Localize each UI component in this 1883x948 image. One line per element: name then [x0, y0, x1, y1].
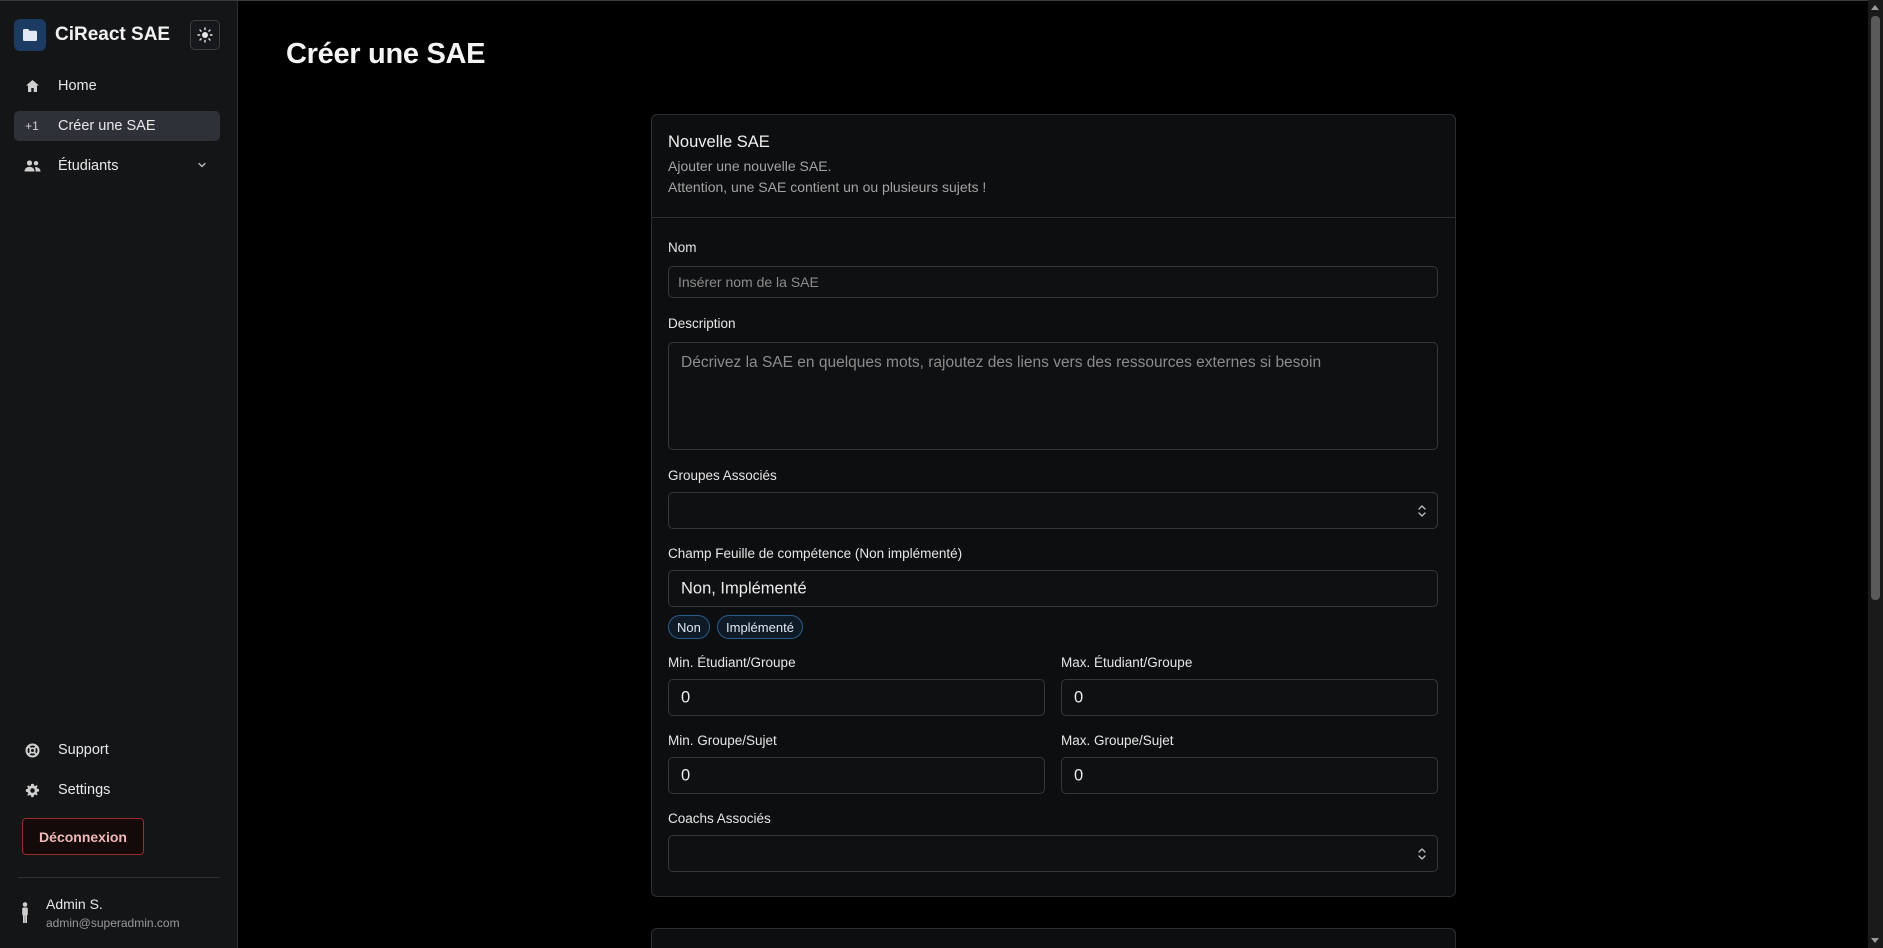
chevron-up-down-icon: [1418, 847, 1426, 860]
max-etudiant-value: 0: [1074, 688, 1084, 706]
people-icon: [23, 160, 41, 172]
user-profile[interactable]: Admin S. admin@superadmin.com: [18, 894, 228, 934]
min-etudiant-input[interactable]: 0: [668, 679, 1045, 716]
sidebar-item-label: Home: [58, 78, 97, 94]
new-sae-form-card: Nouvelle SAE Ajouter une nouvelle SAE. A…: [651, 114, 1456, 897]
sidebar-item-support[interactable]: Support: [14, 735, 220, 765]
plus-one-icon: +1: [25, 119, 39, 133]
card-header: Nouvelle SAE Ajouter une nouvelle SAE. A…: [652, 115, 1455, 218]
sidebar-item-label: Étudiants: [58, 158, 119, 174]
folder-icon: [14, 19, 46, 51]
description-label: Description: [668, 316, 736, 331]
competence-value: Non, Implémenté: [681, 579, 807, 597]
coachs-label: Coachs Associés: [668, 811, 771, 826]
nom-field: [668, 266, 1438, 298]
app-name: CiReact SAE: [55, 24, 171, 45]
chevron-up-down-icon: [1418, 504, 1426, 517]
lifebuoy-icon: [23, 743, 41, 758]
groupes-select[interactable]: [668, 492, 1438, 529]
page-scrollbar[interactable]: [1868, 0, 1883, 948]
page-title: Créer une SAE: [286, 38, 486, 70]
sidebar-item-label: Settings: [58, 782, 111, 798]
home-icon: [23, 79, 41, 93]
sidebar: CiReact SAE Home +1 Créer une SAE Étudia…: [0, 1, 238, 948]
user-email: admin@superadmin.com: [46, 916, 180, 930]
card-description-line: Ajouter une nouvelle SAE.: [668, 158, 832, 174]
window-top-border: [0, 0, 1883, 1]
max-groupe-label: Max. Groupe/Sujet: [1061, 733, 1174, 748]
sidebar-item-label: Support: [58, 742, 109, 758]
competence-label: Champ Feuille de compétence (Non impléme…: [668, 546, 963, 561]
description-field: [668, 342, 1438, 450]
tag-non[interactable]: Non: [668, 615, 710, 639]
card-description-warning: Attention, une SAE contient un ou plusie…: [668, 179, 987, 195]
theme-toggle-button[interactable]: [190, 20, 220, 50]
sun-icon: [197, 27, 213, 43]
min-groupe-value: 0: [681, 766, 691, 784]
divider: [18, 877, 220, 878]
next-card: [651, 928, 1456, 948]
card-description: Ajouter une nouvelle SAE. Attention, une…: [668, 156, 1439, 198]
groupes-label: Groupes Associés: [668, 468, 777, 483]
scroll-up-arrow-icon[interactable]: [1871, 5, 1879, 10]
sidebar-item-home[interactable]: Home: [14, 71, 220, 101]
coachs-select[interactable]: [668, 835, 1438, 872]
min-groupe-label: Min. Groupe/Sujet: [668, 733, 777, 748]
max-groupe-value: 0: [1074, 766, 1084, 784]
min-groupe-input[interactable]: 0: [668, 757, 1045, 794]
scroll-thumb[interactable]: [1871, 16, 1880, 600]
max-etudiant-input[interactable]: 0: [1061, 679, 1438, 716]
description-textarea[interactable]: [669, 343, 1437, 449]
sidebar-item-etudiants[interactable]: Étudiants: [14, 151, 220, 181]
brand[interactable]: CiReact SAE: [14, 18, 220, 52]
tag-implemente[interactable]: Implémenté: [717, 615, 803, 639]
max-groupe-input[interactable]: 0: [1061, 757, 1438, 794]
min-etudiant-label: Min. Étudiant/Groupe: [668, 655, 796, 670]
scroll-down-arrow-icon[interactable]: [1871, 938, 1879, 943]
nom-input[interactable]: [669, 267, 1437, 297]
min-etudiant-value: 0: [681, 688, 691, 706]
user-name: Admin S.: [46, 896, 103, 912]
person-standing-icon: [22, 902, 28, 923]
sidebar-item-settings[interactable]: Settings: [14, 775, 220, 805]
max-etudiant-label: Max. Étudiant/Groupe: [1061, 655, 1193, 670]
sidebar-item-label: Créer une SAE: [58, 118, 156, 134]
gear-icon: [23, 783, 41, 798]
nom-label: Nom: [668, 240, 697, 255]
competence-input[interactable]: Non, Implémenté: [668, 570, 1438, 607]
card-title: Nouvelle SAE: [668, 133, 770, 151]
logout-button[interactable]: Déconnexion: [22, 818, 144, 855]
chevron-down-icon[interactable]: [196, 159, 208, 171]
sidebar-item-creer-sae[interactable]: +1 Créer une SAE: [14, 111, 220, 141]
